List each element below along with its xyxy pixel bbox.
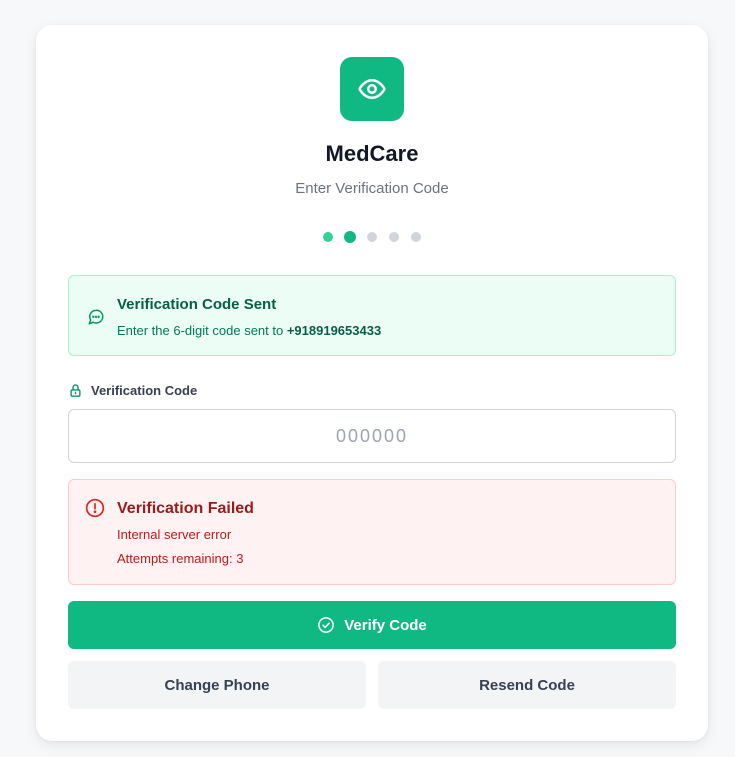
alert-circle-icon: [85, 498, 105, 518]
app-title: MedCare: [325, 141, 419, 166]
step-dot-5: [410, 231, 422, 243]
page-subtitle: Enter Verification Code: [295, 180, 449, 197]
code-sent-message: Enter the 6-digit code sent to +91891965…: [117, 323, 381, 338]
step-dot-2: [344, 231, 356, 243]
verification-code-label-text: Verification Code: [91, 383, 198, 398]
step-indicator: [36, 231, 708, 243]
verification-code-input[interactable]: [68, 409, 676, 463]
change-phone-button[interactable]: Change Phone: [68, 661, 366, 709]
error-title: Verification Failed: [117, 500, 254, 517]
step-dot-1: [322, 231, 334, 243]
lock-icon: [70, 384, 81, 397]
step-dot-4: [388, 231, 400, 243]
verification-failed-alert: Verification Failed Internal server erro…: [68, 479, 676, 585]
verification-card: MedCare Enter Verification Code Verifica…: [36, 25, 708, 741]
verify-code-label: Verify Code: [344, 616, 427, 634]
error-message: Internal server error: [117, 527, 232, 542]
phone-number: +918919653433: [286, 323, 382, 338]
verification-code-label: Verification Code: [68, 383, 197, 398]
verify-code-button[interactable]: Verify Code: [68, 601, 676, 649]
message-circle-icon: [88, 309, 104, 325]
brand-logo: [340, 57, 404, 121]
check-circle-icon: [318, 617, 335, 633]
code-sent-prefix: Enter the 6-digit code sent to: [117, 323, 287, 338]
resend-code-button[interactable]: Resend Code: [378, 661, 676, 709]
code-sent-alert: Verification Code Sent Enter the 6-digit…: [68, 275, 676, 356]
attempts-remaining: Attempts remaining: 3: [117, 551, 244, 566]
eye-icon: [358, 79, 386, 99]
code-sent-title: Verification Code Sent: [117, 296, 277, 313]
step-dot-3: [366, 231, 378, 243]
